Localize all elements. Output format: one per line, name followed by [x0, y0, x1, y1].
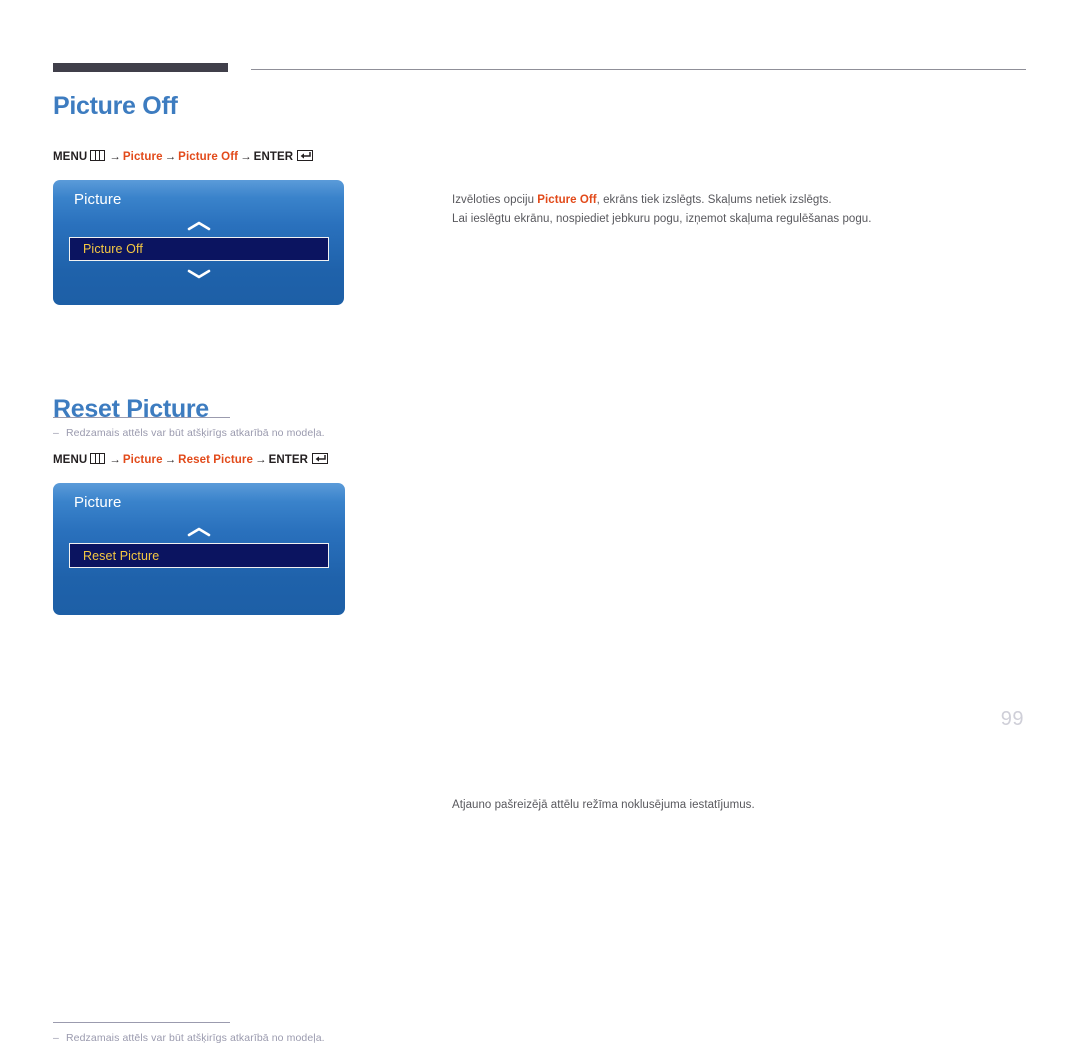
menu-path-breadcrumb-reset: MENU → Picture → Reset Picture → ENTER [53, 453, 329, 466]
enter-icon [297, 150, 314, 161]
description-line-2: Lai ieslēgtu ekrānu, nospiediet jebkuru … [452, 213, 872, 225]
menu-path-arrow-1: → [109, 454, 121, 466]
description-line-1: Izvēloties opciju Picture Off, ekrāns ti… [452, 191, 1012, 210]
header-bar-line [251, 69, 1026, 70]
footnote-text: Redzamais attēls var būt atšķirīgs atkar… [66, 1032, 325, 1044]
chevron-up-icon[interactable] [53, 220, 344, 232]
chevron-down-icon[interactable] [53, 268, 344, 280]
enter-icon [312, 453, 329, 464]
menu-path-step-picture: Picture [122, 151, 163, 163]
menu-path-menu-label: MENU [53, 151, 88, 163]
menu-path-breadcrumb: MENU → Picture → Picture Off → ENTER [53, 150, 314, 163]
header-bar-accent [53, 63, 228, 72]
menu-path-step-target: Reset Picture [178, 454, 253, 466]
menu-path-enter-label: ENTER [253, 151, 294, 163]
menu-path-enter-label: ENTER [268, 454, 309, 466]
footnote-text: Redzamais attēls var būt atšķirīgs atkar… [66, 427, 325, 439]
osd-selected-item[interactable]: Reset Picture [69, 543, 329, 568]
osd-title: Picture [74, 494, 122, 511]
osd-selected-item[interactable]: Picture Off [69, 237, 329, 261]
footnote-dash: – [53, 427, 59, 439]
menu-icon [90, 453, 106, 464]
menu-path-arrow-3: → [254, 454, 267, 466]
menu-path-menu-label: MENU [53, 454, 88, 466]
menu-path-step-picture: Picture [122, 454, 163, 466]
footnote-reset-picture: – Redzamais attēls var būt atšķirīgs atka… [53, 1022, 325, 1044]
osd-menu-reset-picture: Picture Reset Picture [53, 483, 345, 615]
description-highlight: Picture Off [537, 194, 597, 206]
chevron-up-icon[interactable] [53, 526, 345, 538]
description-reset-picture: Atjauno pašreizējā attēlu režīma noklusē… [452, 796, 1012, 815]
footnote-dash: – [53, 1032, 59, 1044]
description-picture-off: Izvēloties opciju Picture Off, ekrāns ti… [452, 191, 1012, 229]
page-header-rule [53, 63, 1026, 73]
osd-title: Picture [74, 191, 122, 208]
footnote-text-row: – Redzamais attēls var būt atšķirīgs atka… [53, 1032, 325, 1044]
menu-path-arrow-1: → [109, 151, 121, 163]
page-number: 99 [1000, 708, 1024, 730]
page-title: Picture Off [53, 92, 178, 120]
menu-icon [90, 150, 106, 161]
menu-path-step-target: Picture Off [178, 151, 239, 163]
description-text-after: , ekrāns tiek izslēgts. Skaļums netiek i… [596, 194, 832, 206]
footnote-text-row: – Redzamais attēls var būt atšķirīgs atka… [53, 427, 325, 439]
description-line-1: Atjauno pašreizējā attēlu režīma noklusē… [452, 799, 755, 811]
section-title-reset-picture: Reset Picture [53, 395, 209, 423]
description-text-before: Izvēloties opciju [452, 194, 538, 206]
menu-path-arrow-2: → [164, 454, 177, 466]
menu-path-arrow-2: → [164, 151, 177, 163]
footnote-divider [53, 1022, 230, 1023]
menu-path-arrow-3: → [240, 151, 252, 163]
osd-menu-picture-off: Picture Picture Off [53, 180, 344, 305]
